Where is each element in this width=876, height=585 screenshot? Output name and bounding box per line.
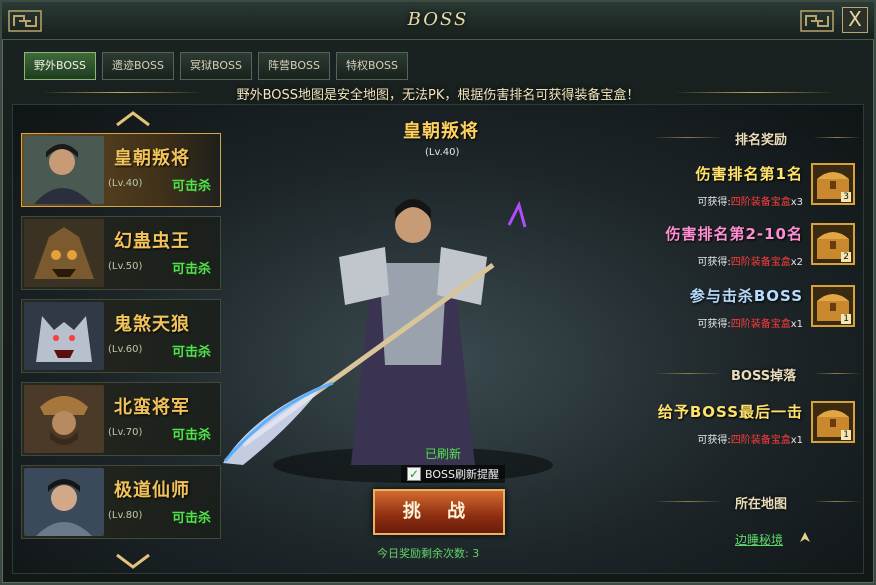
reward-desc: 可获得:四阶装备宝盒x1 bbox=[697, 431, 803, 446]
boss-status: 可击杀 bbox=[172, 345, 212, 360]
boss-status: 可击杀 bbox=[172, 262, 212, 277]
reward-prefix: 可获得: bbox=[697, 319, 731, 330]
selected-boss-name: 皇朝叛将 bbox=[403, 121, 479, 142]
remind-checkbox[interactable]: ✓ bbox=[407, 467, 421, 481]
list-item[interactable]: 极道仙师 (Lv.80) 可击杀 bbox=[21, 465, 221, 539]
divider bbox=[653, 137, 723, 138]
ornament-icon bbox=[800, 10, 834, 32]
refresh-status: 已刷新 bbox=[425, 447, 462, 461]
treasure-chest-icon[interactable]: 1 bbox=[811, 285, 855, 327]
reward-title: 伤害排名第2-10名 bbox=[665, 225, 803, 243]
reward-row: 伤害排名第2-10名 可获得:四阶装备宝盒x2 2 bbox=[651, 223, 861, 281]
reward-prefix: 可获得: bbox=[697, 435, 731, 446]
reward-desc: 可获得:四阶装备宝盒x2 bbox=[697, 253, 803, 268]
boss-level: (Lv.60) bbox=[108, 344, 143, 355]
divider bbox=[674, 92, 834, 93]
window-title: BOSS bbox=[407, 9, 469, 30]
chest-count: 1 bbox=[841, 314, 851, 324]
boss-status: 可击杀 bbox=[172, 428, 212, 443]
divider bbox=[653, 501, 723, 502]
selected-boss-level: (Lv.40) bbox=[425, 147, 460, 158]
tab-faction-boss[interactable]: 阵营BOSS bbox=[258, 52, 330, 80]
chest-count: 2 bbox=[841, 252, 851, 262]
tab-wild-boss[interactable]: 野外BOSS bbox=[24, 52, 96, 80]
tab-bar: 野外BOSS 遗迹BOSS 冥狱BOSS 阵营BOSS 特权BOSS bbox=[24, 52, 408, 82]
chest-count: 3 bbox=[841, 192, 851, 202]
tab-underworld-boss[interactable]: 冥狱BOSS bbox=[180, 52, 252, 80]
list-item[interactable]: 皇朝叛将 (Lv.40) 可击杀 bbox=[21, 133, 221, 207]
boss-portrait bbox=[24, 468, 104, 536]
map-link[interactable]: 边睡秘境 bbox=[735, 531, 783, 548]
boss-portrait bbox=[24, 302, 104, 370]
reward-title: 参与击杀BOSS bbox=[689, 287, 803, 305]
boss-list: 皇朝叛将 (Lv.40) 可击杀 幻蛊虫王 (Lv.50) 可击杀 鬼煞天狼 (… bbox=[21, 133, 221, 548]
treasure-chest-icon[interactable]: 1 bbox=[811, 401, 855, 443]
boss-status: 可击杀 bbox=[172, 511, 212, 526]
tab-ruins-boss[interactable]: 遗迹BOSS bbox=[102, 52, 174, 80]
reward-count: x1 bbox=[790, 435, 803, 446]
reward-prefix: 可获得: bbox=[697, 197, 731, 208]
divider bbox=[813, 501, 861, 502]
divider bbox=[813, 137, 861, 138]
reward-item: 四阶装备宝盒 bbox=[730, 319, 791, 330]
notice-text: 野外BOSS地图是安全地图，无法PK，根据伤害排名可获得装备宝盒！ bbox=[236, 88, 640, 103]
rank-reward-title: 排名奖励 bbox=[735, 133, 788, 148]
chevron-up-icon[interactable] bbox=[113, 109, 153, 127]
boss-level: (Lv.70) bbox=[108, 427, 143, 438]
divider bbox=[653, 373, 723, 374]
challenge-button[interactable]: 挑 战 bbox=[373, 489, 505, 535]
boss-name: 鬼煞天狼 bbox=[114, 314, 190, 335]
reward-item: 四阶装备宝盒 bbox=[730, 257, 791, 268]
boss-portrait bbox=[24, 219, 104, 287]
reward-row: 参与击杀BOSS 可获得:四阶装备宝盒x1 1 bbox=[651, 285, 861, 343]
boss-name: 极道仙师 bbox=[114, 480, 190, 501]
reward-row: 伤害排名第1名 可获得:四阶装备宝盒x3 3 bbox=[651, 163, 861, 221]
boss-drop-title: BOSS掉落 bbox=[731, 369, 797, 384]
boss-model bbox=[223, 199, 553, 483]
list-item[interactable]: 鬼煞天狼 (Lv.60) 可击杀 bbox=[21, 299, 221, 373]
treasure-chest-icon[interactable]: 3 bbox=[811, 163, 855, 205]
list-item[interactable]: 北蛮将军 (Lv.70) 可击杀 bbox=[21, 382, 221, 456]
reward-desc: 可获得:四阶装备宝盒x3 bbox=[697, 193, 803, 208]
reward-desc: 可获得:四阶装备宝盒x1 bbox=[697, 315, 803, 330]
refresh-remind: ✓ BOSS刷新提醒 bbox=[401, 465, 505, 483]
divider bbox=[813, 373, 861, 374]
reward-row: 给予BOSS最后一击 可获得:四阶装备宝盒x1 1 bbox=[651, 401, 861, 459]
chest-count: 1 bbox=[841, 430, 851, 440]
treasure-chest-icon[interactable]: 2 bbox=[811, 223, 855, 265]
boss-name: 皇朝叛将 bbox=[114, 148, 190, 169]
remind-label: BOSS刷新提醒 bbox=[425, 468, 499, 481]
boss-portrait bbox=[24, 136, 104, 204]
reward-count: x1 bbox=[790, 319, 803, 330]
list-item[interactable]: 幻蛊虫王 (Lv.50) 可击杀 bbox=[21, 216, 221, 290]
close-icon: X bbox=[848, 7, 862, 31]
boss-name: 北蛮将军 bbox=[114, 397, 190, 418]
reward-item: 四阶装备宝盒 bbox=[730, 197, 791, 208]
remaining-count: 今日奖励剩余次数: 3 bbox=[377, 547, 480, 560]
reward-title: 伤害排名第1名 bbox=[695, 165, 803, 183]
chevron-down-icon[interactable] bbox=[113, 553, 153, 571]
boss-panel: 皇朝叛将 (Lv.40) 可击杀 幻蛊虫王 (Lv.50) 可击杀 鬼煞天狼 (… bbox=[12, 104, 864, 574]
boss-status: 可击杀 bbox=[172, 179, 212, 194]
boss-level: (Lv.40) bbox=[108, 178, 143, 189]
close-button[interactable]: X bbox=[842, 7, 868, 33]
reward-prefix: 可获得: bbox=[697, 257, 731, 268]
boss-level: (Lv.80) bbox=[108, 510, 143, 521]
boss-name: 幻蛊虫王 bbox=[114, 231, 190, 252]
reward-item: 四阶装备宝盒 bbox=[730, 435, 791, 446]
boss-window: BOSS X 野外BOSS 遗迹BOSS 冥狱BOSS 阵营BOSS 特权BOS… bbox=[0, 0, 876, 585]
title-bar: BOSS X bbox=[2, 2, 874, 40]
navigate-icon[interactable] bbox=[797, 529, 813, 545]
reward-title: 给予BOSS最后一击 bbox=[657, 403, 803, 421]
reward-count: x3 bbox=[790, 197, 803, 208]
map-title: 所在地图 bbox=[735, 497, 788, 512]
boss-portrait bbox=[24, 385, 104, 453]
reward-count: x2 bbox=[790, 257, 803, 268]
tab-privilege-boss[interactable]: 特权BOSS bbox=[336, 52, 408, 80]
boss-level: (Lv.50) bbox=[108, 261, 143, 272]
